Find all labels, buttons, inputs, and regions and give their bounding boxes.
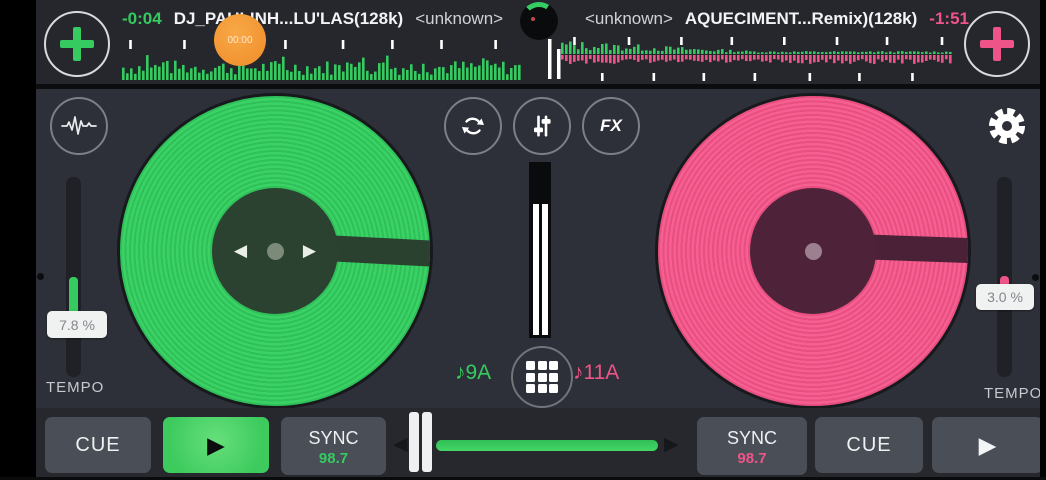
sampler-grid-button[interactable] [511,346,573,408]
deck-b-cue-button[interactable]: CUE [815,417,923,473]
pulse-waveform-icon [60,113,98,139]
deck-b-key-badge: ♪11A [573,361,619,385]
loop-arrows-icon [458,111,488,141]
crossfader-track[interactable] [436,440,658,451]
seek-back-icon[interactable]: ◀ [234,238,247,264]
deck-b-record-label [750,188,876,314]
deck-a-jog-wheel[interactable]: ◀ ▶ [117,93,433,409]
tempo-detent-dot [1032,274,1039,281]
deck-b-jog-wheel[interactable] [655,93,971,409]
cue-label: CUE [846,434,891,457]
deck-a-key-badge: ♪9A [455,361,491,385]
mixer-faders-icon [527,111,557,141]
deck-a-tempo-fill [69,277,78,315]
sync-label: SYNC [308,428,358,449]
tempo-detent-dot [37,273,44,280]
deck-b-sync-button[interactable]: SYNC 98.7 [697,417,807,475]
dj-app-screen: -0:04 DJ_PAULINH...LU'LAS(128k) <unknown… [0,0,1046,480]
deck-b-tempo-label: TEMPO [984,385,1042,402]
deck-a-time-remaining: -0:04 [122,9,162,29]
play-icon: ▶ [979,432,997,459]
divider [0,84,1046,89]
deck-b-waveform[interactable] [545,37,955,81]
grid-icon [526,361,558,393]
settings-button[interactable] [977,96,1037,156]
record-knob[interactable] [520,2,558,40]
cue-label: CUE [75,434,120,457]
fx-label: FX [600,116,622,136]
deck-a-play-button[interactable]: ▶ [163,417,269,473]
master-level-meter [529,162,551,338]
deck-b-tempo-text: 3.0 % [987,289,1023,305]
screen-edge [0,0,36,480]
loop-button[interactable] [444,97,502,155]
deck-b-track-info: <unknown> AQUECIMENT...Remix)(128k) -1:5… [585,8,969,30]
deck-b-time-remaining: -1:51 [929,9,969,29]
plus-icon [980,27,1014,61]
deck-a-tempo-value[interactable]: 7.8 % [47,311,107,338]
plus-icon [60,27,94,61]
spindle-dot [267,243,284,260]
deck-a-waveform[interactable] [120,40,522,80]
deck-a-record-label: ◀ ▶ [212,188,338,314]
crossfader-right-arrow-icon: ▶ [664,435,679,455]
gear-icon [985,104,1029,148]
load-track-deck-a-button[interactable] [44,11,110,77]
autogain-button[interactable] [50,97,108,155]
deck-b-track-artist: <unknown> [585,9,673,29]
fx-button[interactable]: FX [582,97,640,155]
sync-label: SYNC [727,428,777,449]
crossfader-handle[interactable] [409,412,432,472]
cue-point-time: 00:00 [227,35,252,46]
deck-a-tempo-text: 7.8 % [59,317,95,333]
deck-a-track-artist: <unknown> [415,9,503,29]
deck-a-sync-bpm: 98.7 [319,450,348,467]
deck-a-track-info: -0:04 DJ_PAULINH...LU'LAS(128k) <unknown… [122,8,503,30]
deck-a-tempo-label: TEMPO [46,379,104,396]
mixer-button[interactable] [513,97,571,155]
deck-a-track-title: DJ_PAULINH...LU'LAS(128k) [174,9,404,29]
deck-a-cue-button[interactable]: CUE [45,417,151,473]
deck-b-sync-bpm: 98.7 [737,450,766,467]
seek-forward-icon[interactable]: ▶ [303,238,316,264]
deck-a-sync-button[interactable]: SYNC 98.7 [281,417,386,475]
cue-point-marker[interactable]: 00:00 [214,14,266,66]
crossfader-left-arrow-icon: ◀ [393,435,408,455]
spindle-dot [805,243,822,260]
play-icon: ▶ [207,432,225,459]
load-track-deck-b-button[interactable] [964,11,1030,77]
deck-b-tempo-value[interactable]: 3.0 % [976,284,1034,310]
screen-edge [1040,0,1046,480]
deck-b-play-button[interactable]: ▶ [932,417,1043,473]
deck-b-track-title: AQUECIMENT...Remix)(128k) [685,9,917,29]
